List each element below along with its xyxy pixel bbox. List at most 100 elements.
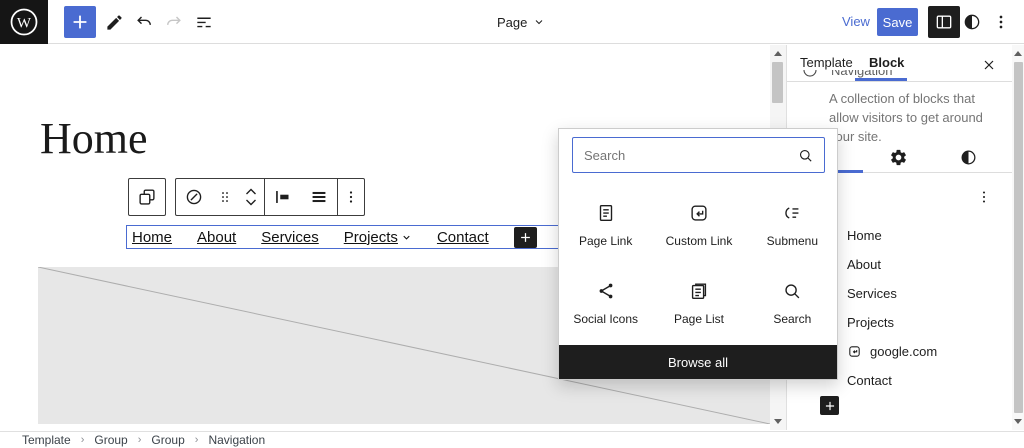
select-parent-button[interactable] bbox=[129, 179, 165, 215]
page-title[interactable]: Home bbox=[40, 113, 148, 164]
canvas-scrollbar-thumb[interactable] bbox=[772, 62, 783, 103]
block-toolbar bbox=[128, 178, 365, 216]
redo-button[interactable] bbox=[160, 6, 188, 38]
save-button[interactable]: Save bbox=[877, 8, 918, 36]
styles-button[interactable] bbox=[958, 6, 986, 38]
scroll-up-arrow[interactable] bbox=[774, 51, 782, 56]
tabbar-border bbox=[787, 81, 1013, 82]
breadcrumb-template[interactable]: Template bbox=[22, 433, 71, 447]
orientation-button[interactable] bbox=[301, 179, 337, 215]
wordpress-logo-button[interactable]: W bbox=[0, 0, 48, 44]
search-icon bbox=[797, 147, 814, 164]
sidebar-toggle-icon bbox=[934, 12, 954, 32]
block-card-title: Navigation bbox=[831, 70, 892, 78]
drag-handle[interactable] bbox=[212, 179, 238, 215]
block-controls-group bbox=[175, 178, 365, 216]
view-link[interactable]: View bbox=[842, 14, 870, 29]
submenu-icon bbox=[781, 202, 803, 224]
search-block-icon bbox=[781, 280, 803, 302]
list-item-home[interactable]: Home bbox=[847, 225, 882, 245]
tab-template[interactable]: Template bbox=[800, 55, 853, 70]
social-icons-icon bbox=[595, 280, 617, 302]
sidebar-scrollbar[interactable] bbox=[1012, 45, 1024, 430]
tab-styles[interactable] bbox=[952, 144, 984, 170]
block-mover[interactable] bbox=[238, 179, 264, 215]
page-list-icon bbox=[688, 280, 710, 302]
breadcrumb-bar: Template › Group › Group › Navigation bbox=[0, 431, 1024, 448]
plus-icon bbox=[823, 399, 837, 413]
nav-link-about[interactable]: About bbox=[197, 229, 236, 246]
list-item-contact[interactable]: Contact bbox=[847, 370, 892, 390]
chevron-right-icon: › bbox=[138, 434, 142, 446]
custom-link-icon bbox=[688, 202, 710, 224]
styles-contrast-icon bbox=[959, 148, 978, 167]
menu-lines-icon bbox=[308, 186, 330, 208]
nav-link-projects[interactable]: Projects bbox=[344, 229, 412, 246]
nav-link-contact[interactable]: Contact bbox=[437, 229, 489, 246]
breadcrumb-group-2[interactable]: Group bbox=[151, 433, 184, 447]
tab-block[interactable]: Block bbox=[869, 55, 904, 70]
block-card-description: A collection of blocks that allow visito… bbox=[829, 90, 999, 147]
more-vertical-icon bbox=[975, 188, 993, 206]
breadcrumb-group-1[interactable]: Group bbox=[94, 433, 127, 447]
custom-link-icon bbox=[847, 344, 862, 359]
settings-panel-toggle-button[interactable] bbox=[928, 6, 960, 38]
active-tab-underline bbox=[855, 78, 907, 81]
inserter-item-page-list[interactable]: Page List bbox=[652, 267, 745, 339]
editor-top-bar: W Page bbox=[0, 0, 1024, 44]
block-inserter-popover: Page Link Custom Link Submenu Social Ico… bbox=[558, 128, 838, 380]
document-type-label: Page bbox=[497, 15, 527, 30]
menu-options-button[interactable] bbox=[972, 185, 996, 209]
search-input[interactable] bbox=[573, 148, 797, 163]
document-type-switcher[interactable]: Page bbox=[497, 12, 545, 32]
list-item-google-com[interactable]: google.com bbox=[847, 341, 937, 361]
inserter-item-custom-link[interactable]: Custom Link bbox=[652, 189, 745, 261]
navigation-block-button[interactable] bbox=[176, 179, 212, 215]
list-item-about[interactable]: About bbox=[847, 254, 881, 274]
nav-link-services[interactable]: Services bbox=[261, 229, 319, 246]
inserter-grid: Page Link Custom Link Submenu Social Ico… bbox=[559, 189, 839, 339]
plus-icon bbox=[518, 230, 533, 245]
inserter-item-submenu[interactable]: Submenu bbox=[746, 189, 839, 261]
select-parent-group bbox=[128, 178, 166, 216]
block-options-button[interactable] bbox=[338, 179, 364, 215]
undo-button[interactable] bbox=[130, 6, 158, 38]
justify-items-button[interactable] bbox=[265, 179, 301, 215]
page-link-icon bbox=[595, 202, 617, 224]
inserter-item-social-icons[interactable]: Social Icons bbox=[559, 267, 652, 339]
list-view-icon bbox=[194, 12, 214, 32]
chevron-down-icon bbox=[533, 16, 545, 28]
add-nav-item-button[interactable] bbox=[514, 227, 537, 248]
scroll-down-arrow[interactable] bbox=[774, 419, 782, 424]
list-item-services[interactable]: Services bbox=[847, 283, 897, 303]
chevron-right-icon: › bbox=[81, 434, 85, 446]
settings-gear-icon bbox=[889, 148, 908, 167]
search-box bbox=[572, 137, 825, 173]
more-vertical-icon bbox=[991, 12, 1011, 32]
navigation-block-icon bbox=[183, 186, 205, 208]
svg-text:W: W bbox=[17, 15, 32, 31]
scroll-up-arrow[interactable] bbox=[1014, 51, 1022, 56]
list-item-projects[interactable]: Projects bbox=[847, 312, 894, 332]
toggle-block-inserter-button[interactable] bbox=[64, 6, 96, 38]
breadcrumb-navigation[interactable]: Navigation bbox=[208, 433, 265, 447]
styles-contrast-icon bbox=[962, 12, 982, 32]
plus-icon bbox=[69, 11, 91, 33]
browse-all-button[interactable]: Browse all bbox=[559, 345, 837, 379]
add-menu-item-button[interactable] bbox=[820, 396, 839, 415]
redo-icon bbox=[164, 12, 184, 32]
navigation-block-icon bbox=[801, 70, 819, 79]
justify-left-icon bbox=[272, 186, 294, 208]
sidebar-scrollbar-thumb[interactable] bbox=[1014, 62, 1023, 413]
scroll-down-arrow[interactable] bbox=[1014, 419, 1022, 424]
inserter-item-page-link[interactable]: Page Link bbox=[559, 189, 652, 261]
tab-settings[interactable] bbox=[882, 144, 914, 170]
mover-up-down-icon bbox=[242, 186, 260, 208]
inserter-item-search[interactable]: Search bbox=[746, 267, 839, 339]
options-menu-button[interactable] bbox=[987, 6, 1015, 38]
nav-link-home[interactable]: Home bbox=[132, 229, 172, 246]
document-overview-button[interactable] bbox=[190, 6, 218, 38]
undo-icon bbox=[134, 12, 154, 32]
pencil-icon bbox=[105, 13, 124, 32]
edit-mode-button[interactable] bbox=[100, 6, 128, 38]
